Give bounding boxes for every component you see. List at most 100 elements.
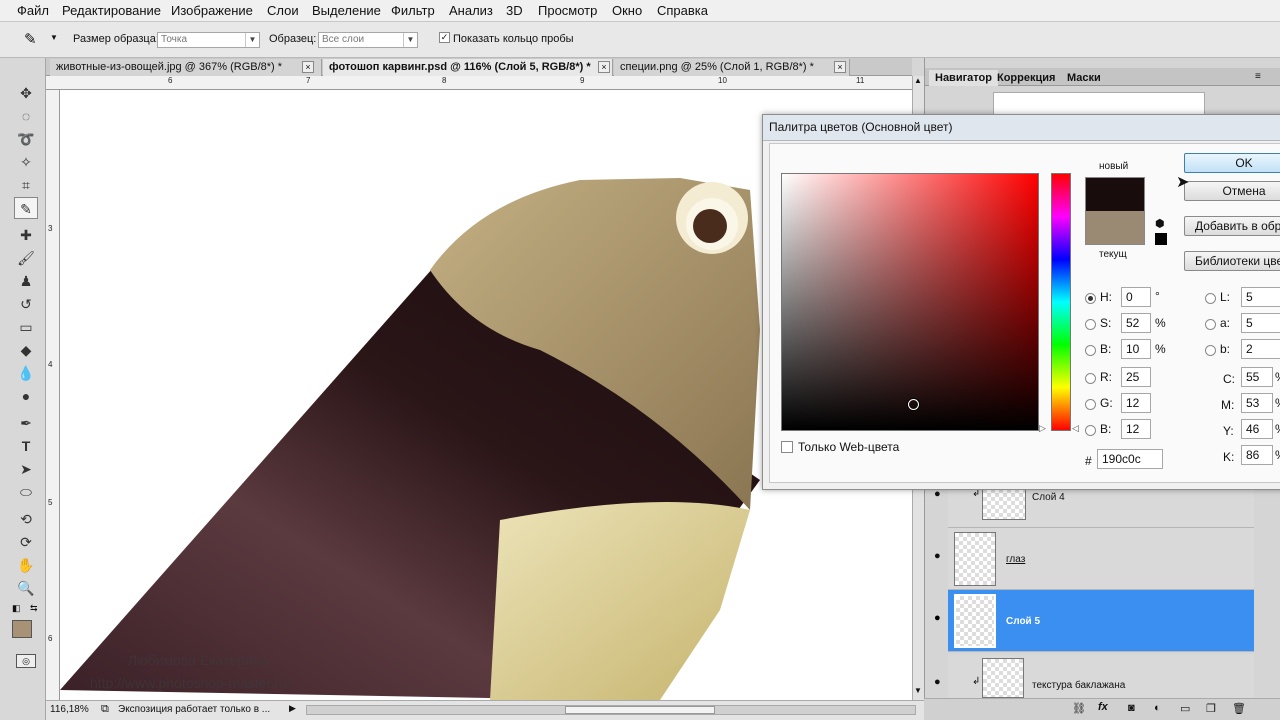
foreground-color-swatch[interactable]: [12, 620, 32, 638]
menu-window[interactable]: Окно: [612, 3, 642, 18]
marquee-tool-icon[interactable]: ◌: [14, 105, 38, 127]
hue-slider[interactable]: [1051, 173, 1071, 431]
radio-hue[interactable]: [1085, 293, 1096, 304]
status-info-icon[interactable]: ⧉: [101, 703, 109, 716]
color-cursor[interactable]: [908, 399, 919, 410]
hand-tool-icon[interactable]: ✋: [14, 554, 38, 576]
tab-document[interactable]: животные-из-овощей.jpg @ 367% (RGB/8*) *: [50, 59, 322, 76]
add-mask-icon[interactable]: ◙: [1128, 702, 1135, 714]
radio-blue[interactable]: [1085, 425, 1096, 436]
magenta-input[interactable]: 53: [1241, 393, 1273, 413]
cyan-input[interactable]: 55: [1241, 367, 1273, 387]
lasso-tool-icon[interactable]: ➰: [14, 128, 38, 150]
healing-tool-icon[interactable]: ✚: [14, 224, 38, 246]
new-layer-icon[interactable]: ❐: [1206, 702, 1216, 715]
quick-select-tool-icon[interactable]: ✧: [14, 151, 38, 173]
ellipse-tool-icon[interactable]: ⬭: [14, 481, 38, 503]
hex-input[interactable]: 190c0c: [1097, 449, 1163, 469]
close-icon[interactable]: ×: [302, 61, 314, 73]
menu-layers[interactable]: Слои: [267, 3, 299, 18]
menu-help[interactable]: Справка: [657, 3, 708, 18]
panel-menu-icon[interactable]: ≡: [1255, 71, 1261, 82]
hue-input[interactable]: 0: [1121, 287, 1151, 307]
swap-colors-icon[interactable]: ⇆: [30, 603, 38, 614]
radio-a[interactable]: [1205, 319, 1216, 330]
dodge-tool-icon[interactable]: ●: [14, 385, 38, 407]
close-icon[interactable]: ×: [598, 61, 610, 73]
tab-document[interactable]: специи.png @ 25% (Слой 1, RGB/8*) *: [614, 59, 850, 76]
quick-mask-icon[interactable]: ◎: [16, 654, 36, 668]
eye-icon[interactable]: ●: [934, 612, 941, 624]
blue-input[interactable]: 12: [1121, 419, 1151, 439]
tab-document-active[interactable]: фотошоп карвинг.psd @ 116% (Слой 5, RGB/…: [323, 59, 613, 76]
stamp-tool-icon[interactable]: ♟: [14, 270, 38, 292]
bucket-tool-icon[interactable]: ◆: [14, 339, 38, 361]
close-icon[interactable]: ×: [834, 61, 846, 73]
brightness-input[interactable]: 10: [1121, 339, 1151, 359]
zoom-level[interactable]: 116,18%: [50, 704, 89, 715]
eyedropper-tool-icon[interactable]: ✎: [14, 197, 38, 219]
menu-edit[interactable]: Редактирование: [62, 3, 161, 18]
fx-icon[interactable]: fx: [1098, 701, 1108, 713]
layer-row-selected[interactable]: ● Слой 5: [934, 590, 1254, 652]
radio-red[interactable]: [1085, 373, 1096, 384]
path-select-icon[interactable]: ➤: [14, 458, 38, 480]
tab-masks[interactable]: Маски: [1061, 70, 1107, 86]
move-tool-icon[interactable]: ✥: [14, 82, 38, 104]
radio-green[interactable]: [1085, 399, 1096, 410]
eraser-tool-icon[interactable]: ▭: [14, 316, 38, 338]
menu-view[interactable]: Просмотр: [538, 3, 597, 18]
3d-orbit-icon[interactable]: ⟳: [14, 531, 38, 553]
menu-filter[interactable]: Фильтр: [391, 3, 435, 18]
horizontal-scrollbar[interactable]: [306, 705, 916, 715]
trash-icon[interactable]: 🗑: [1232, 702, 1246, 715]
saturation-brightness-field[interactable]: [781, 173, 1039, 431]
default-colors-icon[interactable]: ◧: [12, 603, 21, 614]
menu-select[interactable]: Выделение: [312, 3, 381, 18]
add-to-swatches-button[interactable]: Добавить в образцы: [1184, 216, 1280, 236]
radio-saturation[interactable]: [1085, 319, 1096, 330]
scroll-down-icon[interactable]: ▼: [914, 686, 922, 695]
lab-l-input[interactable]: 5: [1241, 287, 1280, 307]
lab-b-input[interactable]: 2: [1241, 339, 1280, 359]
gamut-cube-icon[interactable]: ⬢: [1155, 217, 1165, 230]
history-brush-icon[interactable]: ↺: [14, 293, 38, 315]
current-color-swatch[interactable]: [1085, 211, 1145, 245]
saturation-input[interactable]: 52: [1121, 313, 1151, 333]
hue-arrow-left-icon[interactable]: ▷: [1039, 423, 1046, 434]
tab-navigator[interactable]: Навигатор: [929, 70, 998, 86]
menu-image[interactable]: Изображение: [171, 3, 253, 18]
sample-size-select[interactable]: Точка ▼: [157, 32, 260, 48]
hue-arrow-right-icon[interactable]: ◁: [1072, 423, 1079, 434]
lab-a-input[interactable]: 5: [1241, 313, 1280, 333]
ok-button[interactable]: OK: [1184, 153, 1280, 173]
cancel-button[interactable]: Отмена: [1184, 181, 1280, 201]
eyedropper-icon[interactable]: ✎: [24, 30, 37, 48]
brush-tool-icon[interactable]: 🖌: [14, 247, 38, 269]
scroll-thumb[interactable]: [565, 706, 715, 714]
web-only-checkbox[interactable]: [781, 441, 793, 453]
type-tool-icon[interactable]: T: [14, 435, 38, 457]
color-libraries-button[interactable]: Библиотеки цветов: [1184, 251, 1280, 271]
sample-select[interactable]: Все слои ▼: [318, 32, 418, 48]
zoom-tool-icon[interactable]: 🔍: [14, 577, 38, 599]
layer-row[interactable]: ● глаз: [934, 528, 1254, 590]
web-safe-swatch-icon[interactable]: [1155, 233, 1167, 245]
crop-tool-icon[interactable]: ⌗: [14, 174, 38, 196]
eye-icon[interactable]: ●: [934, 676, 941, 688]
scroll-up-icon[interactable]: ▲: [914, 76, 922, 85]
blur-tool-icon[interactable]: 💧: [14, 362, 38, 384]
pen-tool-icon[interactable]: ✒: [14, 412, 38, 434]
show-ring-checkbox[interactable]: ✓: [439, 32, 450, 43]
radio-l[interactable]: [1205, 293, 1216, 304]
3d-rotate-icon[interactable]: ⟲: [14, 508, 38, 530]
menu-3d[interactable]: 3D: [506, 3, 523, 18]
group-icon[interactable]: ▭: [1180, 702, 1190, 715]
radio-brightness[interactable]: [1085, 345, 1096, 356]
chevron-down-icon[interactable]: ▼: [50, 33, 58, 42]
green-input[interactable]: 12: [1121, 393, 1151, 413]
menu-file[interactable]: Файл: [17, 3, 49, 18]
radio-b[interactable]: [1205, 345, 1216, 356]
menu-analysis[interactable]: Анализ: [449, 3, 493, 18]
black-input[interactable]: 86: [1241, 445, 1273, 465]
